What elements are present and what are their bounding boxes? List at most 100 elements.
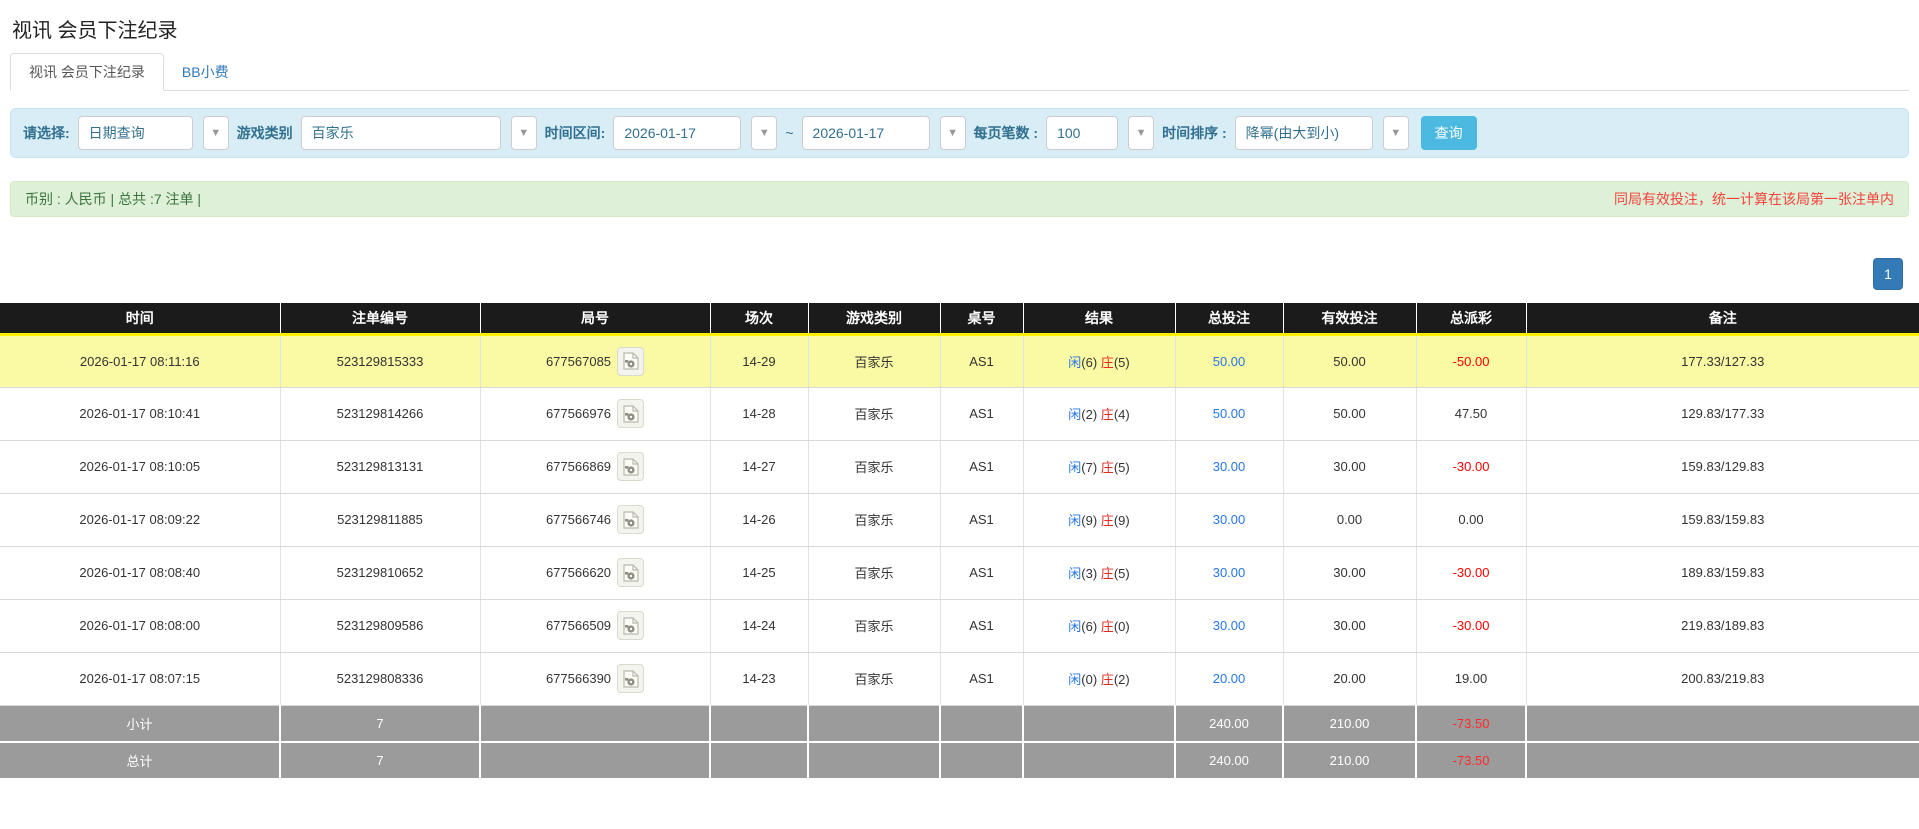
result-banker-label: 庄 — [1100, 672, 1114, 687]
cell-session: 14-24 — [709, 599, 808, 653]
cell-game-type: 百家乐 — [807, 493, 940, 547]
summary-empty — [479, 705, 710, 743]
chevron-down-icon[interactable]: ▼ — [202, 116, 229, 150]
total-bet-link[interactable]: 30.00 — [1213, 459, 1246, 474]
summary-empty — [807, 742, 940, 780]
result-player-score: (7) — [1081, 460, 1101, 475]
column-header: 有效投注 — [1282, 303, 1416, 336]
cell-round-id: 677566509 — [479, 599, 710, 653]
cell-time: 2026-01-17 08:08:40 — [0, 546, 280, 600]
result-banker-score: (5) — [1113, 460, 1130, 475]
tab-betting-records[interactable]: 视讯 会员下注纪录 — [10, 53, 164, 91]
cell-remark: 200.83/219.83 — [1525, 652, 1919, 706]
column-header: 结果 — [1022, 303, 1175, 336]
cell-bet-id: 523129814266 — [279, 387, 480, 441]
cell-total-bet: 30.00 — [1174, 599, 1283, 653]
result-player-label: 闲 — [1068, 354, 1082, 370]
total-bet-link[interactable]: 20.00 — [1213, 671, 1246, 686]
cell-round-id: 677567085 — [479, 334, 710, 388]
column-header: 游戏类别 — [807, 303, 940, 336]
query-type-select[interactable]: 日期查询 — [77, 116, 193, 150]
date-from-input[interactable]: 2026-01-17 — [613, 116, 742, 150]
video-record-icon[interactable] — [617, 399, 645, 428]
cell-remark: 189.83/159.83 — [1525, 546, 1919, 600]
summary-empty — [1022, 705, 1175, 743]
video-record-icon[interactable] — [617, 611, 645, 640]
column-header: 局号 — [479, 303, 710, 336]
sort-order-select[interactable]: 降幂(由大到小) — [1234, 116, 1373, 150]
total-bet-link[interactable]: 30.00 — [1213, 565, 1246, 580]
chevron-down-icon[interactable]: ▼ — [1382, 116, 1409, 150]
tab-bb-tips[interactable]: BB小费 — [164, 54, 247, 90]
summary-count: 7 — [279, 705, 480, 743]
result-banker-label: 庄 — [1100, 513, 1114, 528]
page-size-label: 每页笔数 : — [973, 125, 1039, 141]
chevron-down-icon[interactable]: ▼ — [1128, 116, 1155, 150]
summary-empty — [709, 742, 808, 780]
table-header-row: 时间 注单编号 局号 场次 游戏类别 桌号 结果 总投注 有效投注 总派彩 备注 — [0, 303, 1919, 336]
cell-game-type: 百家乐 — [807, 334, 940, 388]
total-bet-link[interactable]: 50.00 — [1213, 354, 1246, 369]
video-record-icon[interactable] — [617, 452, 645, 481]
result-player-score: (9) — [1081, 513, 1101, 528]
total-bet-link[interactable]: 50.00 — [1213, 406, 1246, 421]
table-row: 2026-01-17 08:11:16 523129815333 677567085… — [0, 334, 1919, 388]
round-id-text: 677566509 — [545, 618, 612, 633]
cell-payout: 19.00 — [1415, 652, 1526, 706]
sort-order-label: 时间排序 : — [1162, 125, 1227, 141]
total-bet-link[interactable]: 30.00 — [1213, 512, 1246, 527]
cell-remark: 129.83/177.33 — [1525, 387, 1919, 441]
search-button[interactable]: 查询 — [1420, 116, 1477, 150]
summary-empty — [1022, 742, 1175, 780]
cell-result: 闲(3) 庄(5) — [1022, 546, 1175, 600]
total-row: 总计 7 240.00 210.00 -73.50 — [0, 742, 1919, 780]
cell-bet-id: 523129808336 — [279, 652, 480, 706]
cell-table-no: AS1 — [939, 387, 1023, 441]
result-player-score: (6) — [1081, 619, 1101, 634]
date-to-input[interactable]: 2026-01-17 — [801, 116, 930, 150]
cell-payout: -30.00 — [1415, 546, 1526, 600]
table-row: 2026-01-17 08:08:00 523129809586 677566509… — [0, 599, 1919, 653]
game-type-select[interactable]: 百家乐 — [300, 116, 501, 150]
column-header: 备注 — [1525, 303, 1919, 336]
chevron-down-icon[interactable]: ▼ — [751, 116, 778, 150]
column-header: 总投注 — [1174, 303, 1283, 336]
cell-remark: 177.33/127.33 — [1525, 334, 1919, 388]
cell-game-type: 百家乐 — [807, 599, 940, 653]
cell-time: 2026-01-17 08:08:00 — [0, 599, 280, 653]
video-record-icon[interactable] — [617, 664, 645, 693]
result-banker-score: (5) — [1113, 354, 1130, 370]
cell-result: 闲(0) 庄(2) — [1022, 652, 1175, 706]
cell-round-id: 677566976 — [479, 387, 710, 441]
cell-bet-id: 523129810652 — [279, 546, 480, 600]
cell-session: 14-28 — [709, 387, 808, 441]
chevron-down-icon[interactable]: ▼ — [939, 116, 966, 150]
cell-game-type: 百家乐 — [807, 546, 940, 600]
page-1-button[interactable]: 1 — [1873, 258, 1903, 290]
date-range-tilde: ~ — [785, 125, 794, 141]
cell-valid-bet: 30.00 — [1282, 546, 1416, 600]
result-banker-score: (2) — [1113, 672, 1130, 687]
summary-valid-bet: 210.00 — [1282, 705, 1416, 743]
total-bet-link[interactable]: 30.00 — [1213, 618, 1246, 633]
cell-bet-id: 523129811885 — [279, 493, 480, 547]
column-header: 注单编号 — [279, 303, 480, 336]
cell-total-bet: 30.00 — [1174, 546, 1283, 600]
cell-table-no: AS1 — [939, 599, 1023, 653]
table-row: 2026-01-17 08:08:40 523129810652 677566620… — [0, 546, 1919, 600]
cell-valid-bet: 50.00 — [1282, 387, 1416, 441]
round-id-text: 677566746 — [545, 512, 612, 527]
chevron-down-icon[interactable]: ▼ — [510, 116, 537, 150]
result-banker-score: (0) — [1113, 619, 1130, 634]
result-banker-label: 庄 — [1100, 407, 1114, 422]
cell-payout: 0.00 — [1415, 493, 1526, 547]
result-banker-score: (5) — [1113, 566, 1130, 581]
column-header: 场次 — [709, 303, 808, 336]
cell-valid-bet: 30.00 — [1282, 440, 1416, 494]
result-player-score: (3) — [1081, 566, 1101, 581]
video-record-icon[interactable] — [617, 558, 645, 587]
video-record-icon[interactable] — [617, 505, 645, 534]
video-record-icon[interactable] — [617, 346, 645, 376]
summary-empty — [939, 705, 1023, 743]
page-size-select[interactable]: 100 — [1046, 116, 1119, 150]
